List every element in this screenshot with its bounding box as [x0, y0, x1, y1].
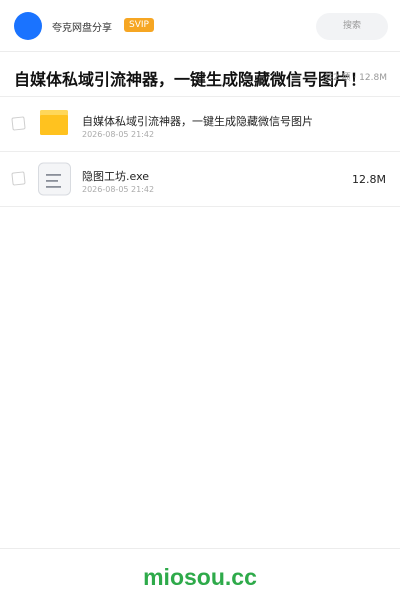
file-row-folder[interactable]: 自媒体私域引流神器，一键生成隐藏微信号图片 2026-08-05 21:42 [0, 97, 400, 152]
vip-badge: SVIP [124, 18, 154, 32]
file-name: 隐图工坊.exe [82, 170, 150, 183]
file-date: 2026-08-05 21:42 [82, 130, 155, 139]
file-date: 2026-08-05 21:42 [82, 185, 155, 194]
file-checkbox[interactable] [11, 116, 26, 131]
folder-icon [38, 107, 72, 141]
header-bar: 夸克网盘分享 SVIP 搜索 [0, 0, 400, 52]
footer: miosou.cc [0, 548, 400, 600]
file-name: 自媒体私域引流神器，一键生成隐藏微信号图片 [82, 115, 313, 128]
app-name: 夸克网盘分享 [52, 23, 112, 34]
share-title: 自媒体私域引流神器，一键生成隐藏微信号图片！ [14, 70, 367, 89]
file-checkbox[interactable] [11, 171, 26, 186]
share-meta: 共2 项 · 12.8M [324, 73, 387, 83]
search-button[interactable]: 搜索 [316, 13, 388, 40]
file-document-icon [38, 162, 72, 196]
avatar[interactable] [14, 12, 42, 40]
file-list: 自媒体私域引流神器，一键生成隐藏微信号图片 2026-08-05 21:42 隐… [0, 96, 400, 207]
watermark-text: miosou.cc [143, 564, 257, 590]
file-row-exe[interactable]: 隐图工坊.exe 2026-08-05 21:42 12.8M [0, 152, 400, 207]
file-size: 12.8M [352, 173, 386, 186]
